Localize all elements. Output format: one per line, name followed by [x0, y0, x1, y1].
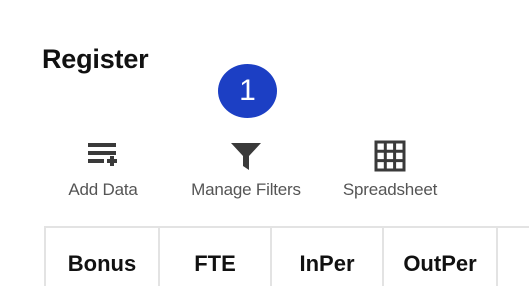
- column-header-empty: [496, 228, 529, 286]
- page-title: Register: [42, 44, 149, 74]
- spreadsheet-label: Spreadsheet: [342, 180, 438, 199]
- manage-filters-button[interactable]: Manage Filters: [174, 136, 318, 200]
- register-panel: Register 1 Add Data Manage Filters Sprea…: [0, 0, 529, 286]
- add-data-button[interactable]: Add Data: [56, 136, 150, 200]
- column-header-outper[interactable]: OutPer: [382, 228, 496, 286]
- spreadsheet-button[interactable]: Spreadsheet: [330, 136, 450, 200]
- filter-icon: [229, 136, 263, 176]
- add-list-icon: [86, 136, 120, 176]
- manage-filters-label: Manage Filters: [191, 180, 301, 199]
- column-header-inper[interactable]: InPer: [270, 228, 382, 286]
- step-badge: 1: [218, 64, 277, 118]
- column-header-bonus[interactable]: Bonus: [44, 228, 158, 286]
- grid-icon: [373, 136, 407, 176]
- add-data-label: Add Data: [68, 180, 138, 199]
- table-header-row: Bonus FTE InPer OutPer: [44, 226, 529, 286]
- column-header-fte[interactable]: FTE: [158, 228, 270, 286]
